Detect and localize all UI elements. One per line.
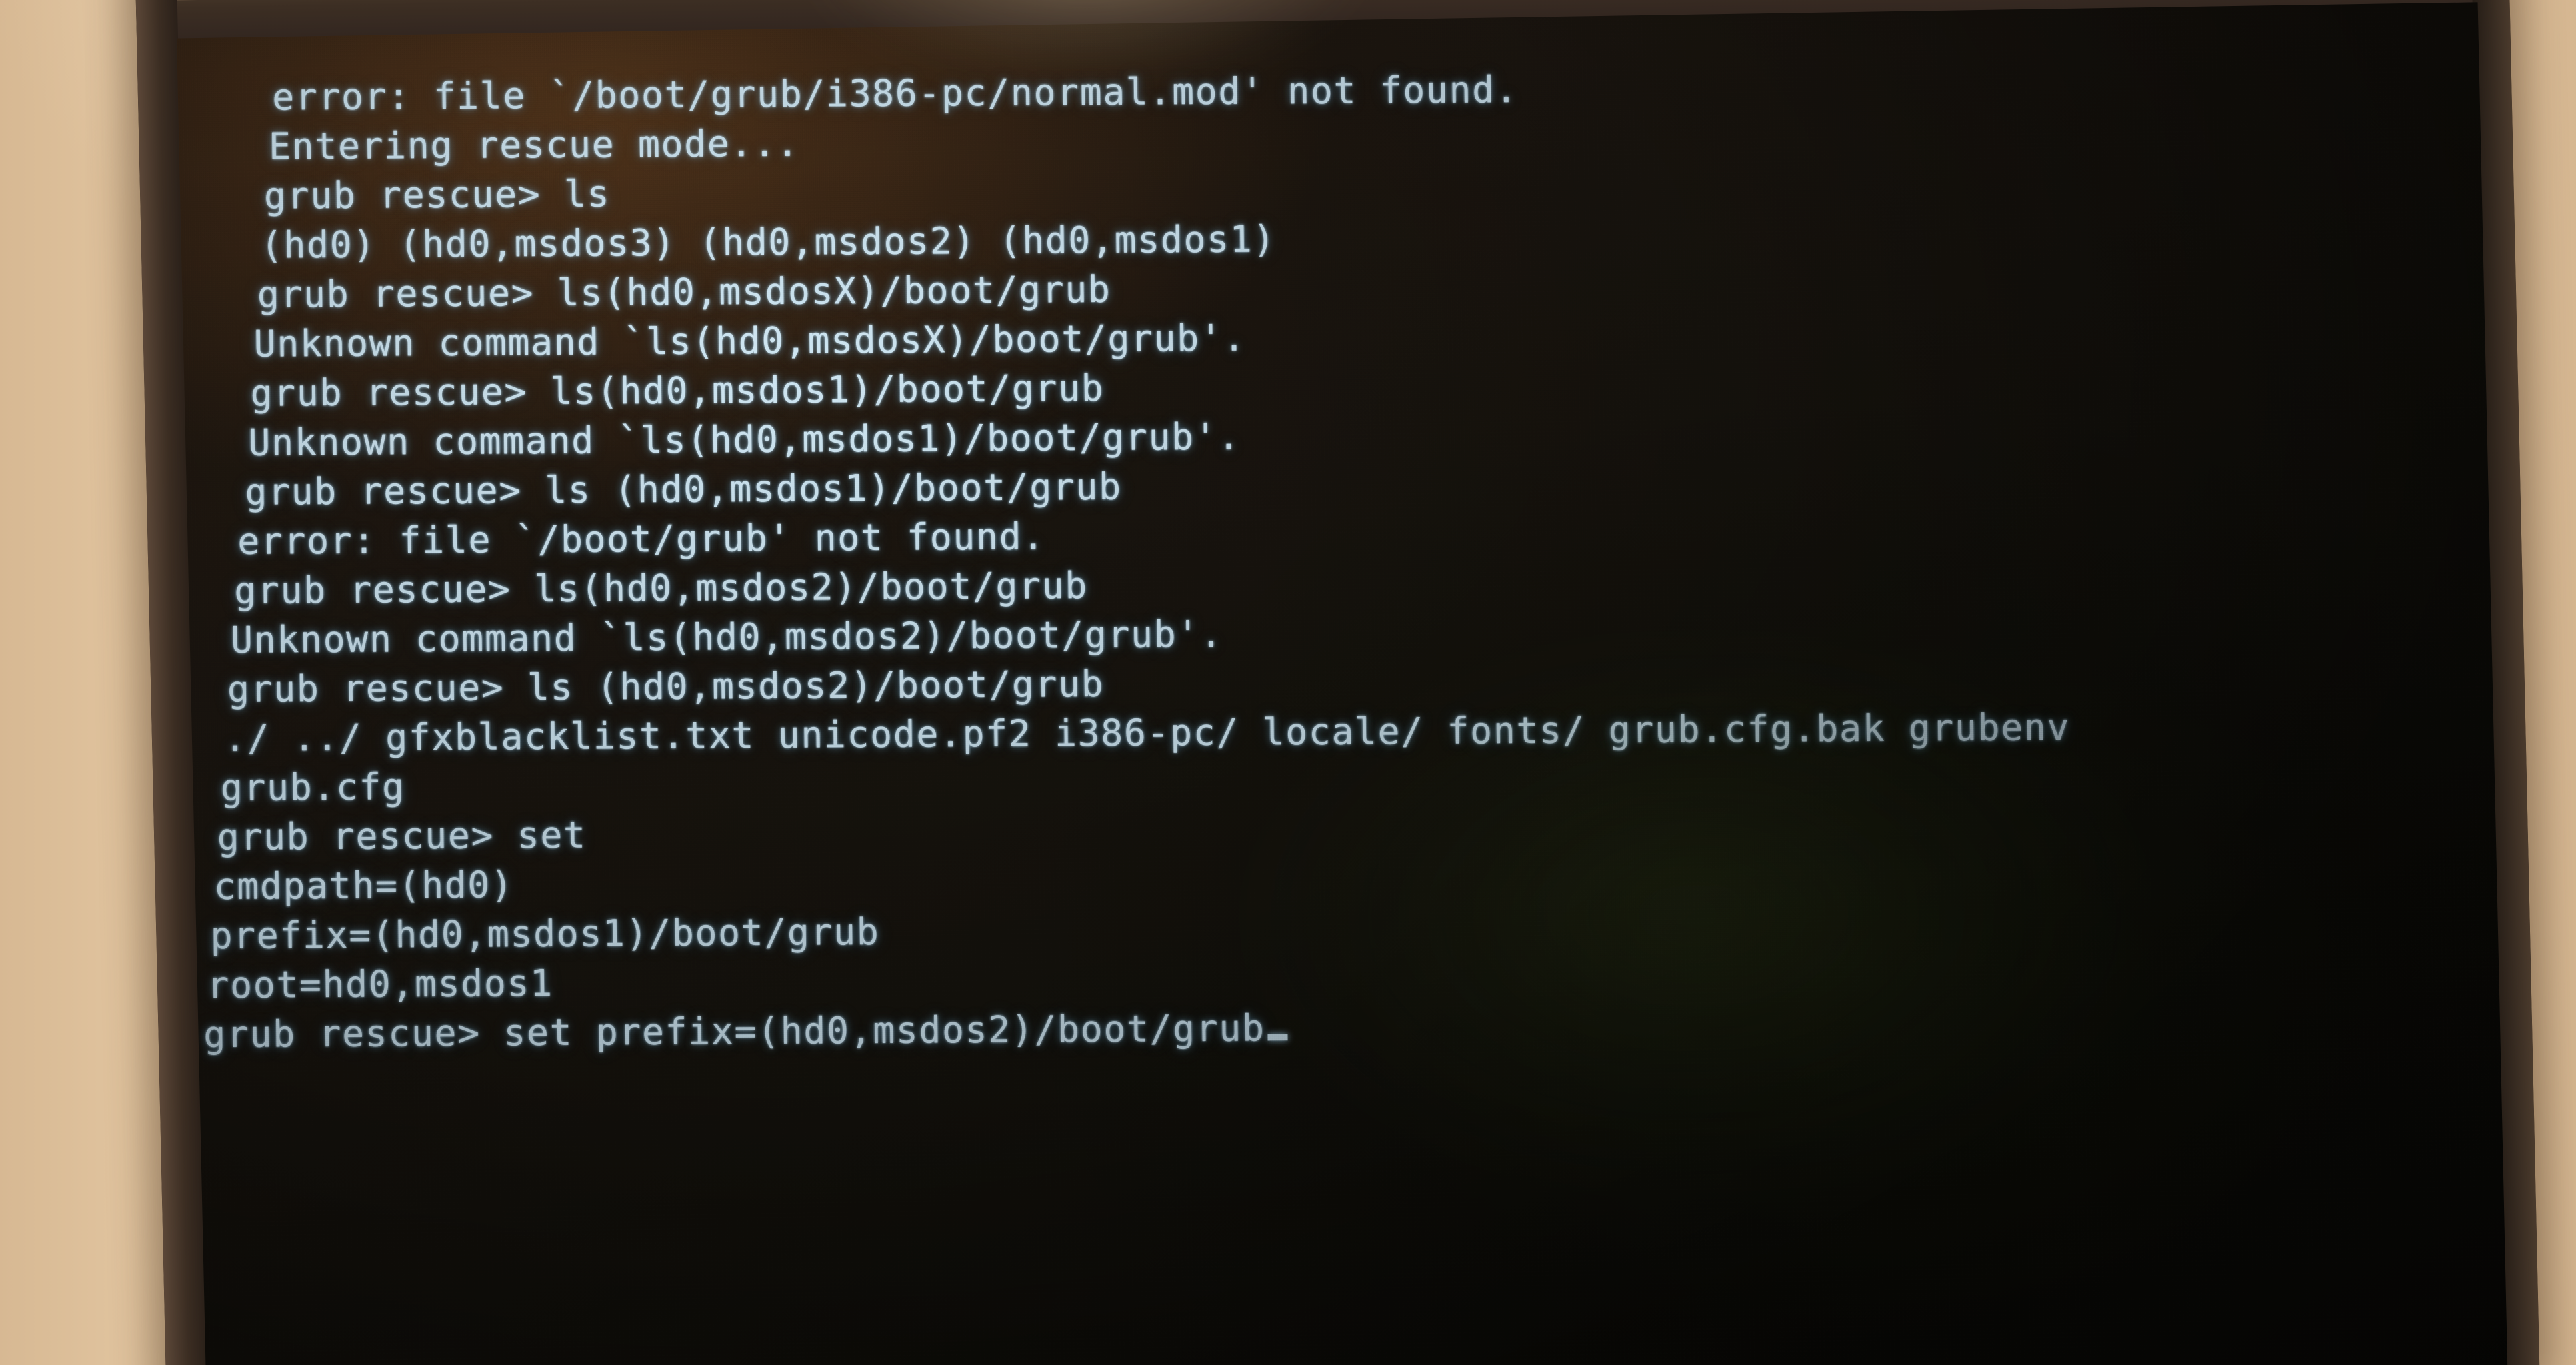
photograph-of-monitor: error: file `/boot/grub/i386-pc/normal.m…	[0, 0, 2576, 1365]
grub-rescue-console[interactable]: error: file `/boot/grub/i386-pc/normal.m…	[177, 24, 2495, 1365]
monitor-screen-panel: error: file `/boot/grub/i386-pc/normal.m…	[177, 2, 2508, 1365]
monitor: error: file `/boot/grub/i386-pc/normal.m…	[135, 0, 2540, 1365]
bezel-seam-line	[174, 0, 2471, 1]
current-command-text: grub rescue> set prefix=(hd0,msdos2)/boo…	[203, 1006, 1265, 1056]
text-cursor	[1267, 1034, 1288, 1041]
